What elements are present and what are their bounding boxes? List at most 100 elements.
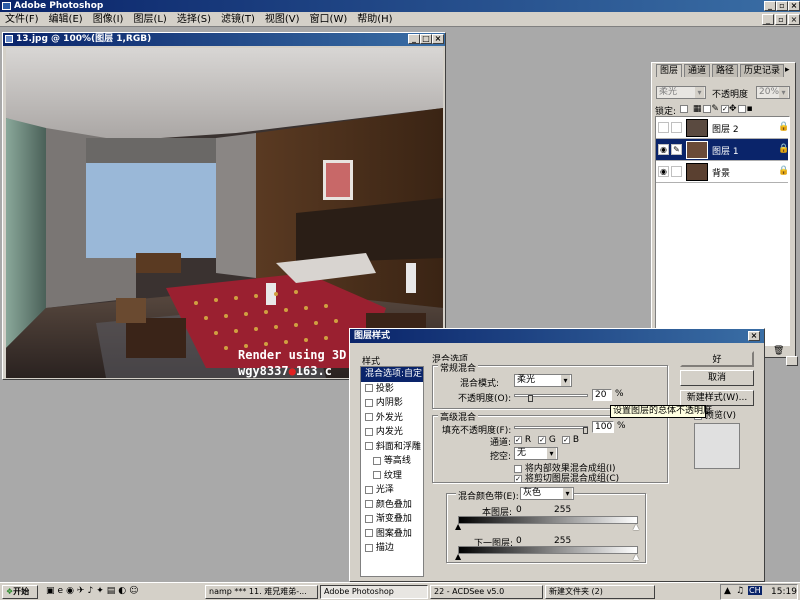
layer-opacity-input[interactable]: 20% <box>756 86 790 99</box>
eye-icon[interactable]: ◉ <box>658 166 669 177</box>
volume-icon[interactable]: ♫ <box>736 586 744 596</box>
app4-icon[interactable]: ◐ <box>118 586 129 596</box>
checkbox[interactable] <box>365 442 373 450</box>
eye-icon[interactable]: ◉ <box>658 144 669 155</box>
task-acdsee[interactable]: 22 - ACDSee v5.0 <box>430 585 543 599</box>
underlying-white-slider-icon[interactable]: ▲ <box>633 552 639 561</box>
checkbox[interactable] <box>365 500 373 508</box>
task-photoshop[interactable]: Adobe Photoshop <box>320 585 428 599</box>
network-icon[interactable]: ▲ <box>724 586 731 596</box>
layer-row-1[interactable]: ◉ ✎ 图层 1 🔒 <box>656 139 789 161</box>
channel-r[interactable]: ✓ R <box>514 435 531 445</box>
tab-channels[interactable]: 通道 <box>684 64 711 77</box>
menu-image[interactable]: 图像(I) <box>88 12 129 27</box>
tab-paths[interactable]: 路径 <box>712 64 739 77</box>
input-language[interactable]: CH <box>748 586 762 595</box>
lock-options[interactable]: ▦ ✎✓✥ ▪ <box>680 104 755 114</box>
menu-file[interactable]: 文件(F) <box>0 12 44 27</box>
channel-b[interactable]: ✓ B <box>562 435 579 445</box>
dialog-close-button[interactable]: × <box>748 331 760 341</box>
menu-edit[interactable]: 编辑(E) <box>44 12 88 27</box>
checkbox[interactable] <box>373 471 381 479</box>
folder-icon[interactable]: ▤ <box>107 586 119 596</box>
doc-minimize-button[interactable]: _ <box>408 34 420 44</box>
style-blend-options[interactable]: 混合选项:自定 <box>361 367 423 382</box>
channel-g[interactable]: ✓ G <box>538 435 556 445</box>
layer-blend-mode-select[interactable]: 柔光 <box>656 86 706 99</box>
layer-row-2[interactable]: 图层 2 🔒 <box>656 117 789 139</box>
option-blend-clipped[interactable]: ✓ 将剪切图层混合成组(C) <box>514 471 619 484</box>
checkbox[interactable] <box>365 529 373 537</box>
visibility-toggle[interactable] <box>658 122 669 133</box>
this-layer-white-slider-icon[interactable]: ▲ <box>633 522 639 531</box>
panel-scroll-arrow-icon[interactable] <box>786 356 798 366</box>
new-style-button[interactable]: 新建样式(W)... <box>680 390 754 406</box>
blend-clipped-checkbox[interactable]: ✓ <box>514 474 522 483</box>
this-layer-gradient-bar[interactable] <box>458 516 638 524</box>
blend-if-select[interactable]: 灰色 <box>520 487 574 500</box>
style-drop-shadow[interactable]: 投影 <box>361 382 423 397</box>
tab-layers[interactable]: 图层 <box>656 64 683 77</box>
menu-help[interactable]: 帮助(H) <box>352 12 397 27</box>
channel-r-checkbox[interactable]: ✓ <box>514 435 522 444</box>
checkbox[interactable] <box>365 413 373 421</box>
underlying-gradient-bar[interactable] <box>458 546 638 554</box>
menu-view[interactable]: 视图(V) <box>260 12 305 27</box>
desktop-icon[interactable]: ▣ <box>46 586 58 596</box>
mdi-close-button[interactable]: × <box>788 14 800 25</box>
lock-transparency-checkbox[interactable] <box>680 104 688 113</box>
style-satin[interactable]: 光泽 <box>361 483 423 498</box>
fill-opacity-slider-thumb[interactable] <box>583 427 588 434</box>
mdi-minimize-button[interactable]: _ <box>762 14 774 25</box>
menu-layer[interactable]: 图层(L) <box>128 12 171 27</box>
document-titlebar[interactable]: 13.jpg @ 100%(图层 1,RGB) _ □ × <box>3 33 445 46</box>
style-bevel-emboss[interactable]: 斜面和浮雕 <box>361 440 423 455</box>
lock-position-checkbox[interactable]: ✓ <box>720 104 729 113</box>
style-outer-glow[interactable]: 外发光 <box>361 411 423 426</box>
blend-mode-select[interactable]: 柔光 <box>514 374 572 387</box>
checkbox[interactable] <box>365 427 373 436</box>
panel-menu-arrow-icon[interactable]: ▸ <box>785 65 790 75</box>
mdi-restore-button[interactable]: ▫ <box>775 14 787 25</box>
task-new-folder[interactable]: 新建文件夹 (2) <box>545 585 655 599</box>
menu-select[interactable]: 选择(S) <box>172 12 216 27</box>
style-color-overlay[interactable]: 颜色叠加 <box>361 498 423 513</box>
opacity-slider[interactable] <box>514 394 588 402</box>
knockout-select[interactable]: 无 <box>514 447 558 460</box>
app2-icon[interactable]: ♪ <box>87 586 96 596</box>
checkbox[interactable] <box>365 398 373 407</box>
doc-maximize-button[interactable]: □ <box>420 34 432 44</box>
style-gradient-overlay[interactable]: 渐变叠加 <box>361 512 423 527</box>
brush-icon[interactable]: ✎ <box>671 144 682 155</box>
style-inner-glow[interactable]: 内发光 <box>361 425 423 440</box>
channel-g-checkbox[interactable]: ✓ <box>538 435 546 444</box>
start-button[interactable]: ❖开始 <box>2 585 38 599</box>
checkbox[interactable] <box>365 384 373 392</box>
link-toggle[interactable] <box>671 122 682 133</box>
fill-opacity-slider[interactable] <box>514 426 588 434</box>
style-inner-shadow[interactable]: 内阴影 <box>361 396 423 411</box>
restore-button[interactable]: ▫ <box>776 1 788 11</box>
checkbox[interactable] <box>365 543 373 552</box>
style-stroke[interactable]: 描边 <box>361 541 423 556</box>
link-toggle[interactable] <box>671 166 682 177</box>
checkbox[interactable] <box>373 456 381 465</box>
dialog-titlebar[interactable]: 图层样式 × <box>350 329 764 343</box>
tab-history[interactable]: 历史记录 <box>740 64 785 77</box>
style-contour[interactable]: 等高线 <box>361 454 423 469</box>
qq-icon[interactable]: ☺ <box>129 586 141 596</box>
cancel-button[interactable]: 取消 <box>680 370 754 386</box>
fill-opacity-input[interactable]: 100 <box>592 421 614 433</box>
media-player-icon[interactable]: ◉ <box>66 586 77 596</box>
ok-button[interactable]: 好 <box>680 351 754 367</box>
layer-row-background[interactable]: ◉ 背景 🔒 <box>656 161 789 183</box>
style-texture[interactable]: 纹理 <box>361 469 423 484</box>
channel-b-checkbox[interactable]: ✓ <box>562 435 570 444</box>
style-pattern-overlay[interactable]: 图案叠加 <box>361 527 423 542</box>
menu-window[interactable]: 窗口(W) <box>305 12 353 27</box>
app3-icon[interactable]: ✦ <box>96 586 107 596</box>
this-layer-black-slider-icon[interactable]: ▲ <box>455 522 461 531</box>
clock[interactable]: 15:19 <box>771 587 797 597</box>
ie-icon[interactable]: e <box>58 586 67 596</box>
task-winamp[interactable]: namp *** 11. 难兄难弟-... <box>205 585 318 599</box>
